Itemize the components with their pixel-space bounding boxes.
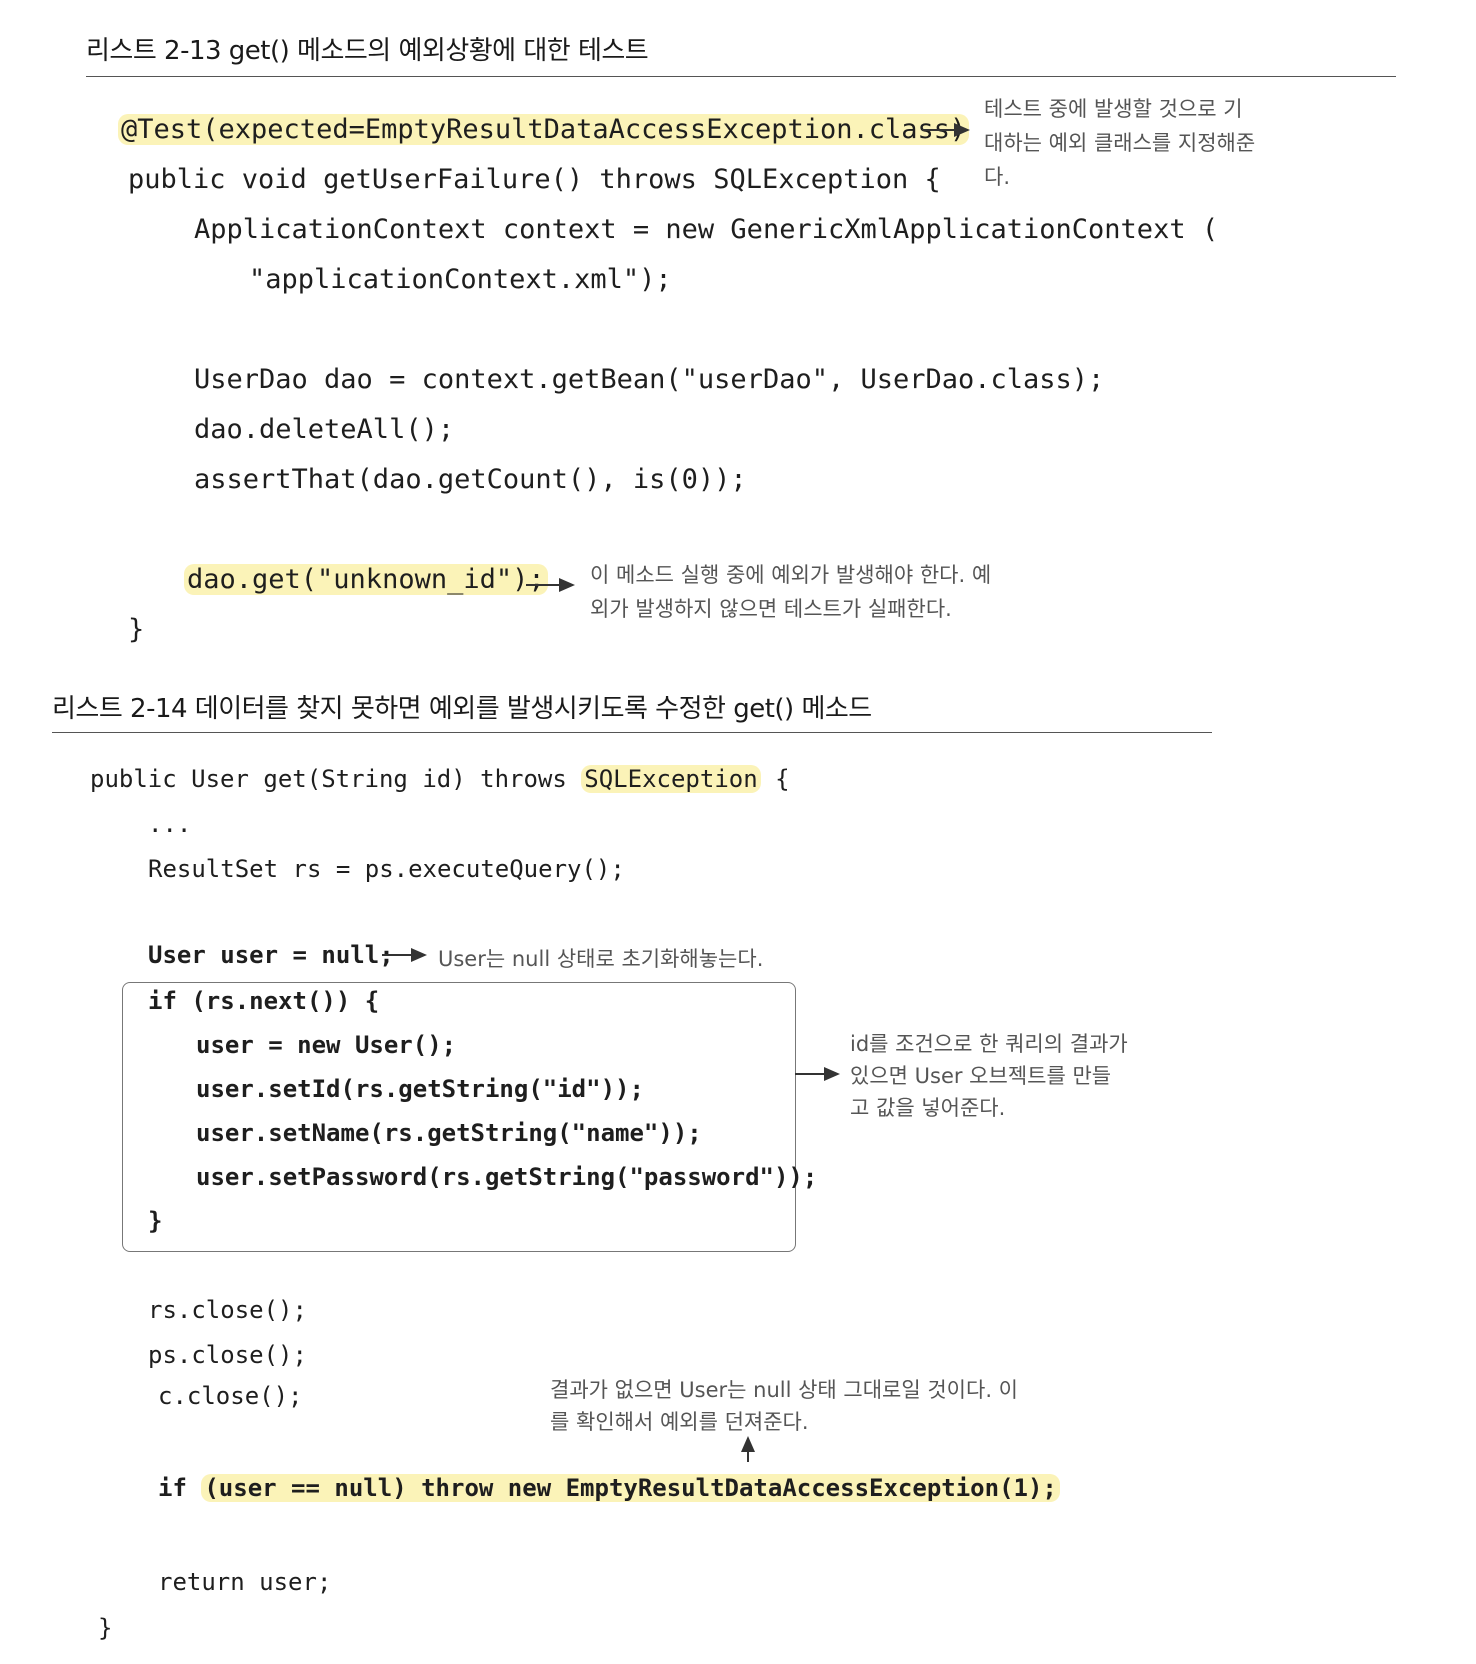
arrow-right-icon	[382, 948, 427, 962]
arrow-up-icon	[741, 1436, 755, 1462]
annotation-arrows	[382, 123, 970, 1462]
arrow-right-icon	[526, 578, 575, 592]
arrow-right-icon	[795, 1067, 840, 1081]
arrow-right-icon	[922, 123, 970, 137]
